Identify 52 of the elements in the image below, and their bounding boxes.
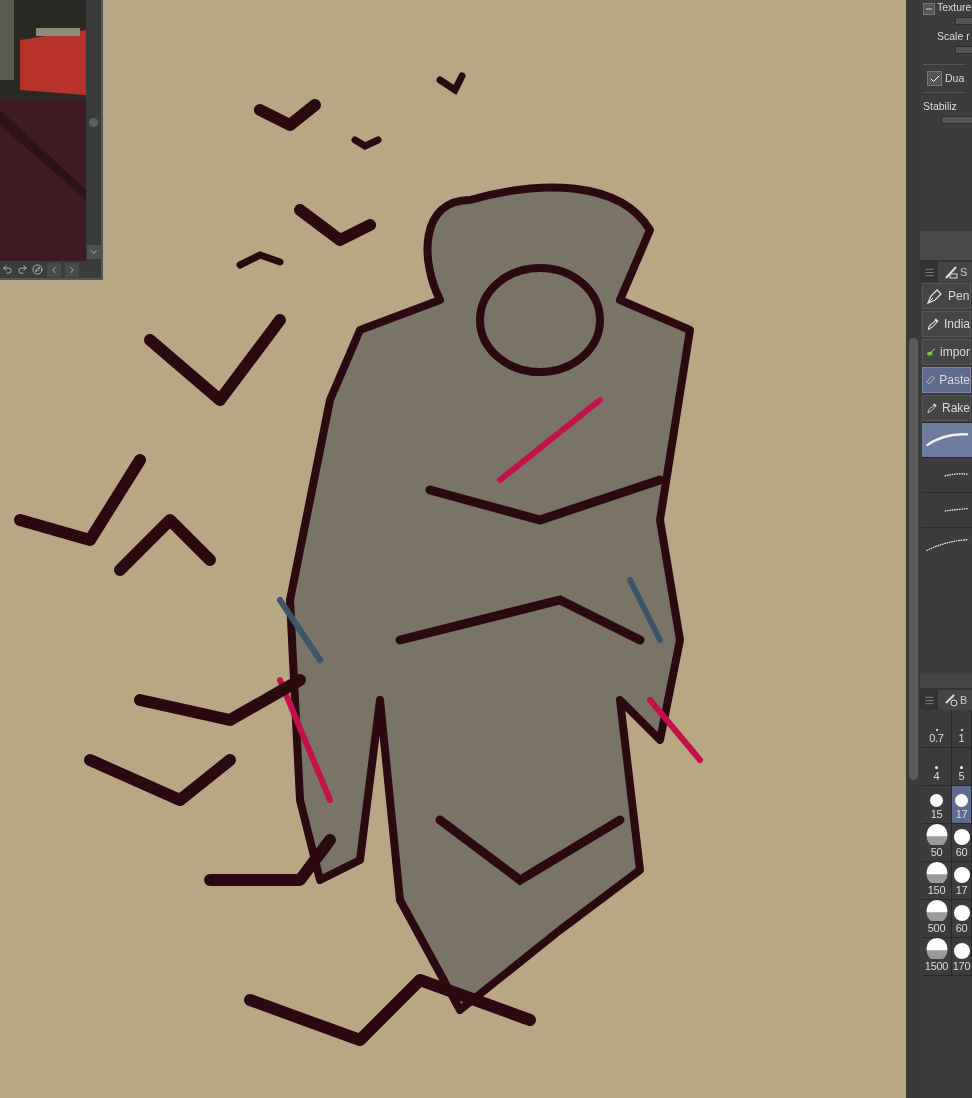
- brush-dot-icon: [925, 862, 948, 883]
- brush-dot-icon: [925, 824, 948, 845]
- brush-icon: [944, 265, 958, 279]
- brush-size-cell[interactable]: 150: [922, 862, 952, 900]
- brush-size-cell[interactable]: 500: [922, 900, 952, 938]
- brush-size-cell[interactable]: 17: [952, 862, 972, 900]
- panel-tab[interactable]: S: [938, 262, 972, 282]
- brush-dot-icon: [925, 900, 948, 921]
- brush-stroke-icon: [925, 537, 970, 553]
- brush-size-cell[interactable]: 0.7: [922, 710, 952, 748]
- brush-size-cell[interactable]: 60: [952, 900, 972, 938]
- brush-dot-icon: [953, 905, 970, 921]
- brush-stroke-icon: [942, 472, 970, 478]
- brush-dot-icon: [955, 794, 968, 807]
- pen-nib-icon: [926, 287, 944, 305]
- brush-preview[interactable]: [922, 422, 972, 457]
- collapse-toggle[interactable]: [923, 3, 935, 15]
- brush-size-cell[interactable]: 170: [952, 938, 972, 976]
- sub-tool-item[interactable]: India: [922, 311, 971, 337]
- panel-tab[interactable]: B: [938, 690, 972, 710]
- brush-dot-icon: [960, 766, 963, 769]
- slider-track[interactable]: [941, 116, 972, 124]
- sub-tool-item[interactable]: Paste: [922, 367, 971, 393]
- brush-dot-icon: [935, 766, 938, 769]
- brush-stroke-icon: [942, 507, 970, 513]
- brush-dot-icon: [953, 829, 970, 845]
- menu-icon[interactable]: [923, 694, 935, 706]
- brush-dot-icon: [925, 938, 948, 959]
- sub-tool-item[interactable]: Pen: [922, 283, 971, 309]
- brush-size-cell[interactable]: 5: [952, 748, 972, 786]
- menu-icon[interactable]: [923, 266, 935, 278]
- minus-icon: [925, 5, 933, 13]
- scrollbar-thumb[interactable]: [908, 338, 918, 780]
- brush-size-cell[interactable]: 1500: [922, 938, 952, 976]
- brush-dot-icon: [953, 867, 970, 883]
- brush-stroke-icon: [925, 432, 970, 448]
- checkbox-label: Dua: [945, 71, 965, 86]
- brush-dot-icon: [930, 794, 943, 807]
- property-label: Scale r: [937, 29, 971, 44]
- property-label: Texture: [937, 0, 972, 15]
- sub-tool-item[interactable]: impor: [922, 339, 971, 365]
- brush-size-cell[interactable]: 17: [952, 786, 972, 824]
- brush-size-cell[interactable]: 15: [922, 786, 952, 824]
- brush-size-cell[interactable]: 50: [922, 824, 952, 862]
- brush-dot-icon: [953, 943, 970, 959]
- brush-size-cell[interactable]: 60: [952, 824, 972, 862]
- property-label: Stabiliz: [923, 99, 958, 114]
- brush-size-cell[interactable]: 1: [952, 710, 972, 748]
- brush-size-cell[interactable]: 4: [922, 748, 952, 786]
- sub-tool-item[interactable]: Rake: [922, 395, 971, 421]
- checkbox[interactable]: [927, 71, 942, 86]
- brush-size-icon: [944, 693, 958, 707]
